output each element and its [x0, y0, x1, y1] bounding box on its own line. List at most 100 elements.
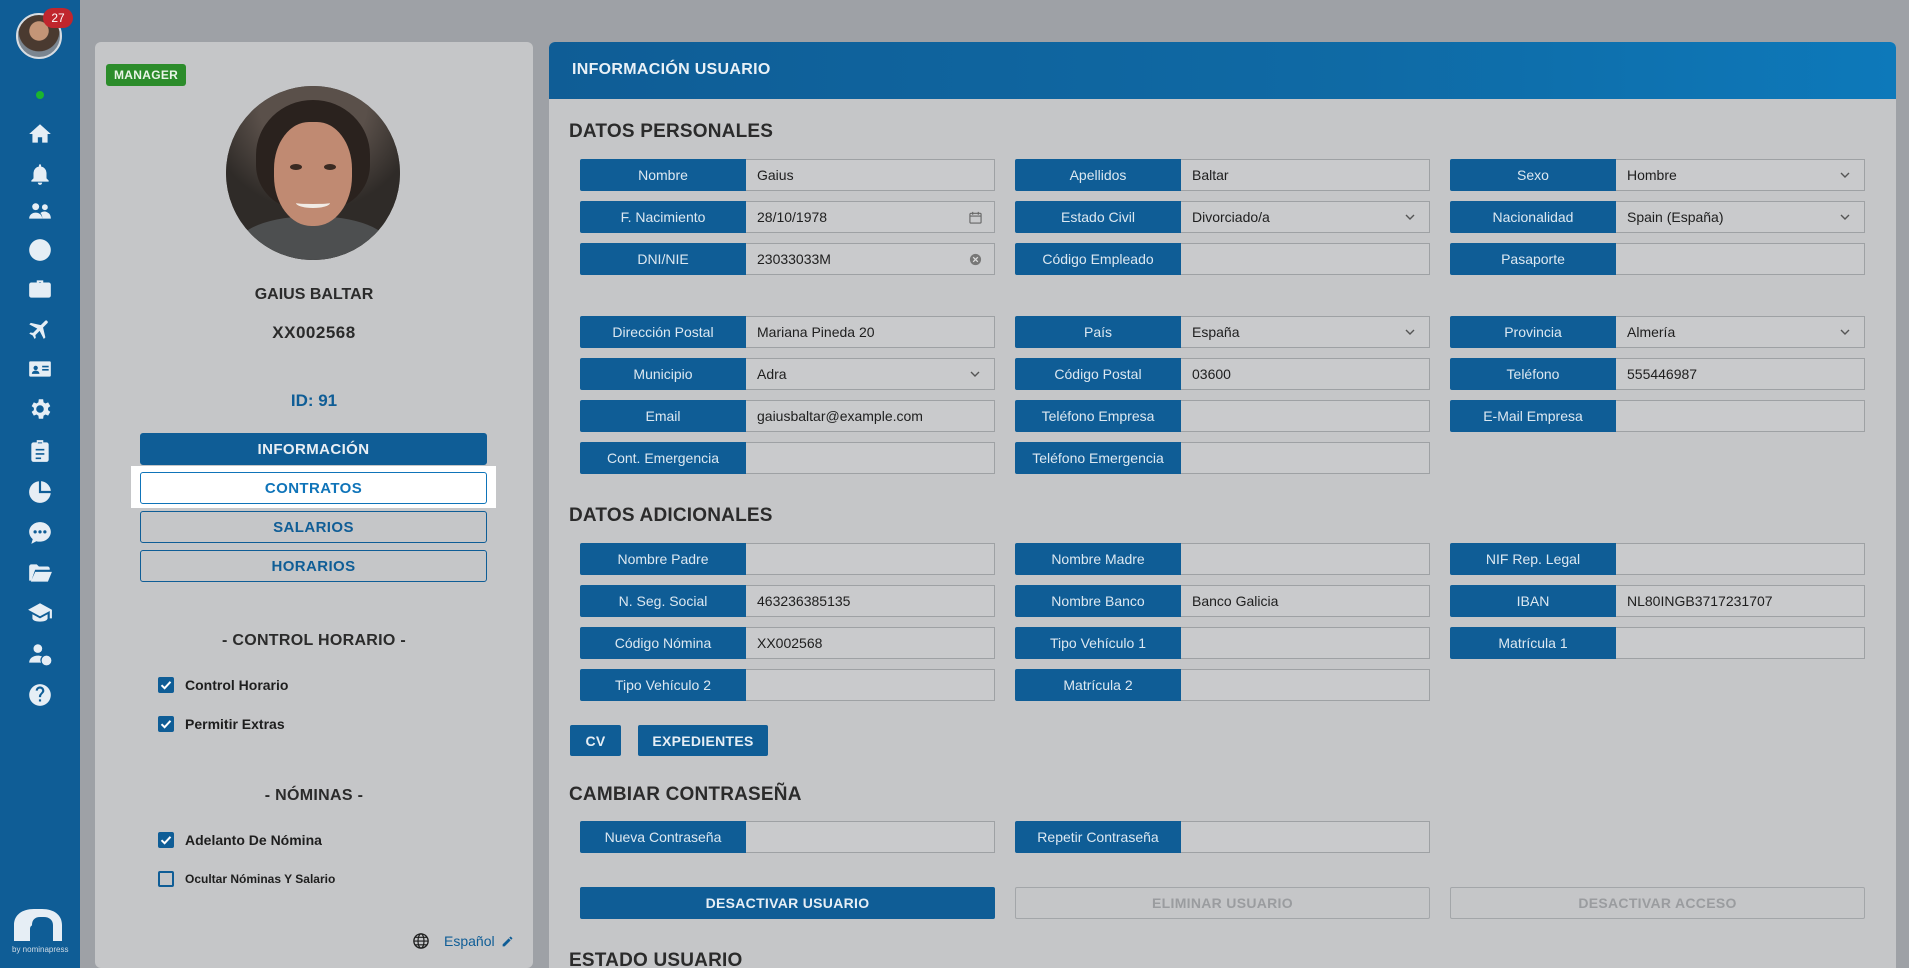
field-telefono[interactable]: Teléfono 555446987	[1450, 358, 1865, 390]
field-nueva-contrasena[interactable]: Nueva Contraseña	[580, 821, 995, 853]
field-pais[interactable]: País España	[1015, 316, 1430, 348]
field-direccion[interactable]: Dirección Postal Mariana Pineda 20	[580, 316, 995, 348]
field-nif-rep-legal[interactable]: NIF Rep. Legal	[1450, 543, 1865, 575]
folder-icon[interactable]	[25, 558, 55, 588]
provincia-select[interactable]: Almería	[1616, 316, 1865, 348]
seg-social-input[interactable]: 463236385135	[746, 585, 995, 617]
nueva-contrasena-input[interactable]	[746, 821, 995, 853]
iban-input[interactable]: NL80INGB3717231707	[1616, 585, 1865, 617]
field-cont-emergencia[interactable]: Cont. Emergencia	[580, 442, 995, 474]
desactivar-acceso-button[interactable]: DESACTIVAR ACCESO	[1450, 887, 1865, 919]
field-email-empresa[interactable]: E-Mail Empresa	[1450, 400, 1865, 432]
municipio-select[interactable]: Adra	[746, 358, 995, 390]
field-provincia[interactable]: Provincia Almería	[1450, 316, 1865, 348]
field-iban[interactable]: IBAN NL80INGB3717231707	[1450, 585, 1865, 617]
checkbox-checked-icon[interactable]	[158, 716, 174, 732]
field-nacimiento[interactable]: F. Nacimiento 28/10/1978	[580, 201, 995, 233]
field-municipio[interactable]: Municipio Adra	[580, 358, 995, 390]
calendar-icon[interactable]	[968, 210, 982, 224]
telefono-empresa-input[interactable]	[1181, 400, 1430, 432]
nombre-padre-input[interactable]	[746, 543, 995, 575]
field-matricula-1[interactable]: Matrícula 1	[1450, 627, 1865, 659]
field-apellidos[interactable]: Apellidos Baltar	[1015, 159, 1430, 191]
nav-informacion-button[interactable]: INFORMACIÓN	[140, 433, 487, 465]
checkbox-unchecked-icon[interactable]	[158, 871, 174, 887]
tipo-vehiculo-1-input[interactable]	[1181, 627, 1430, 659]
field-pasaporte[interactable]: Pasaporte	[1450, 243, 1865, 275]
help-icon[interactable]	[25, 680, 55, 710]
nombre-madre-input[interactable]	[1181, 543, 1430, 575]
email-input[interactable]: gaiusbaltar@example.com	[746, 400, 995, 432]
ocultar-nominas-row[interactable]: Ocultar Nóminas Y Salario	[158, 871, 335, 887]
users-icon[interactable]	[25, 196, 55, 226]
gear-icon[interactable]	[25, 394, 55, 424]
nav-salarios-button[interactable]: SALARIOS	[140, 511, 487, 543]
email-empresa-input[interactable]	[1616, 400, 1865, 432]
sexo-select[interactable]: Hombre	[1616, 159, 1865, 191]
control-horario-row[interactable]: Control Horario	[158, 677, 288, 693]
tipo-vehiculo-2-input[interactable]	[746, 669, 995, 701]
adelanto-nomina-row[interactable]: Adelanto De Nómina	[158, 832, 322, 848]
field-nacionalidad[interactable]: Nacionalidad Spain (España)	[1450, 201, 1865, 233]
id-card-icon[interactable]	[25, 354, 55, 384]
telefono-input[interactable]: 555446987	[1616, 358, 1865, 390]
clipboard-icon[interactable]	[25, 436, 55, 466]
field-tipo-vehiculo-2[interactable]: Tipo Vehículo 2	[580, 669, 995, 701]
home-icon[interactable]	[25, 119, 55, 149]
permitir-extras-row[interactable]: Permitir Extras	[158, 716, 285, 732]
field-telefono-empresa[interactable]: Teléfono Empresa	[1015, 400, 1430, 432]
field-matricula-2[interactable]: Matrícula 2	[1015, 669, 1430, 701]
cv-button[interactable]: CV	[570, 725, 621, 756]
dni-input[interactable]: 23033033M	[746, 243, 995, 275]
estado-civil-select[interactable]: Divorciado/a	[1181, 201, 1430, 233]
pais-select[interactable]: España	[1181, 316, 1430, 348]
apellidos-input[interactable]: Baltar	[1181, 159, 1430, 191]
cont-emergencia-input[interactable]	[746, 442, 995, 474]
pencil-icon[interactable]	[501, 935, 514, 948]
expedientes-button[interactable]: EXPEDIENTES	[638, 725, 768, 756]
bell-icon[interactable]	[25, 159, 55, 189]
field-codigo-postal[interactable]: Código Postal 03600	[1015, 358, 1430, 390]
field-email[interactable]: Email gaiusbaltar@example.com	[580, 400, 995, 432]
clock-icon[interactable]	[25, 235, 55, 265]
nombre-banco-input[interactable]: Banco Galicia	[1181, 585, 1430, 617]
field-tipo-vehiculo-1[interactable]: Tipo Vehículo 1	[1015, 627, 1430, 659]
pie-chart-icon[interactable]	[25, 477, 55, 507]
pasaporte-input[interactable]	[1616, 243, 1865, 275]
nif-rep-legal-input[interactable]	[1616, 543, 1865, 575]
codigo-nomina-input[interactable]: XX002568	[746, 627, 995, 659]
repetir-contrasena-input[interactable]	[1181, 821, 1430, 853]
nombre-input[interactable]: Gaius	[746, 159, 995, 191]
codigo-empleado-input[interactable]	[1181, 243, 1430, 275]
clear-icon[interactable]	[968, 252, 982, 266]
field-codigo-empleado[interactable]: Código Empleado	[1015, 243, 1430, 275]
field-nombre-madre[interactable]: Nombre Madre	[1015, 543, 1430, 575]
plane-icon[interactable]	[25, 314, 55, 344]
nav-horarios-button[interactable]: HORARIOS	[140, 550, 487, 582]
user-money-icon[interactable]	[25, 639, 55, 669]
field-sexo[interactable]: Sexo Hombre	[1450, 159, 1865, 191]
language-selector[interactable]: Español	[412, 932, 514, 950]
checkbox-checked-icon[interactable]	[158, 677, 174, 693]
nacimiento-input[interactable]: 28/10/1978	[746, 201, 995, 233]
chat-icon[interactable]	[25, 518, 55, 548]
field-repetir-contrasena[interactable]: Repetir Contraseña	[1015, 821, 1430, 853]
field-estado-civil[interactable]: Estado Civil Divorciado/a	[1015, 201, 1430, 233]
field-nombre-padre[interactable]: Nombre Padre	[580, 543, 995, 575]
field-codigo-nomina[interactable]: Código Nómina XX002568	[580, 627, 995, 659]
desactivar-usuario-button[interactable]: DESACTIVAR USUARIO	[580, 887, 995, 919]
field-dni[interactable]: DNI/NIE 23033033M	[580, 243, 995, 275]
checkbox-checked-icon[interactable]	[158, 832, 174, 848]
eliminar-usuario-button[interactable]: ELIMINAR USUARIO	[1015, 887, 1430, 919]
nav-contratos-button[interactable]: CONTRATOS	[140, 472, 487, 504]
briefcase-icon[interactable]	[25, 274, 55, 304]
codigo-postal-input[interactable]: 03600	[1181, 358, 1430, 390]
matricula-2-input[interactable]	[1181, 669, 1430, 701]
graduation-cap-icon[interactable]	[25, 598, 55, 628]
field-telefono-emergencia[interactable]: Teléfono Emergencia	[1015, 442, 1430, 474]
direccion-input[interactable]: Mariana Pineda 20	[746, 316, 995, 348]
field-nombre-banco[interactable]: Nombre Banco Banco Galicia	[1015, 585, 1430, 617]
field-seg-social[interactable]: N. Seg. Social 463236385135	[580, 585, 995, 617]
nacionalidad-select[interactable]: Spain (España)	[1616, 201, 1865, 233]
matricula-1-input[interactable]	[1616, 627, 1865, 659]
